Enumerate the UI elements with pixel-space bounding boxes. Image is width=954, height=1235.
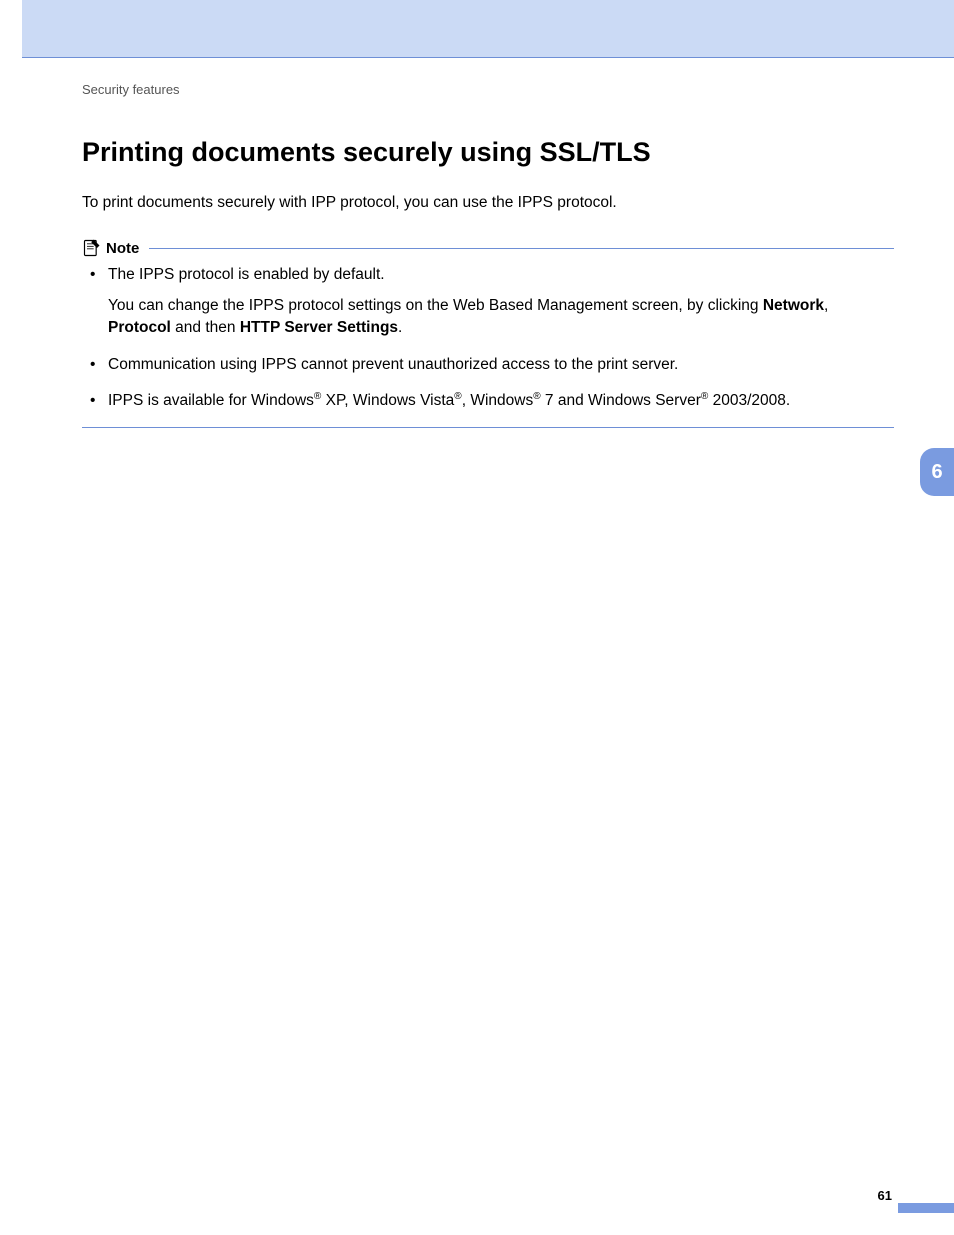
note-label: Note [106,240,139,257]
note-text: , Windows [462,393,534,410]
note-text: IPPS is available for Windows [108,393,314,410]
note-item-1-line2: You can change the IPPS protocol setting… [108,295,894,340]
note-item-1: The IPPS protocol is enabled by default.… [96,264,894,339]
note-text: 2003/2008. [708,393,790,410]
footer-accent-bar [898,1203,954,1213]
note-icon [82,238,102,258]
note-rule-bottom [82,427,894,428]
breadcrumb: Security features [82,82,894,97]
note-header: Note [82,238,894,258]
intro-paragraph: To print documents securely with IPP pro… [82,192,894,214]
note-item-1-line1: The IPPS protocol is enabled by default. [108,266,385,283]
page-number: 61 [878,1188,892,1203]
bold-network: Network [763,297,824,314]
note-text: and then [171,319,240,336]
bold-http-server-settings: HTTP Server Settings [240,319,398,336]
page-content: Security features Printing documents sec… [82,82,894,428]
note-item-3: IPPS is available for Windows ® XP, Windo… [96,390,894,413]
note-text: . [398,319,402,336]
page-footer: 61 [0,1187,954,1213]
note-text: , [824,297,828,314]
registered-mark: ® [533,391,540,402]
note-text: XP, Windows Vista [321,393,454,410]
header-band [22,0,954,58]
note-text: You can change the IPPS protocol setting… [108,297,763,314]
page-title: Printing documents securely using SSL/TL… [82,137,894,168]
chapter-tab: 6 [920,448,954,496]
note-list: The IPPS protocol is enabled by default.… [82,264,894,413]
registered-mark: ® [454,391,461,402]
note-text: 7 and Windows Server [541,393,701,410]
note-rule-top [149,248,894,249]
note-item-2: Communication using IPPS cannot prevent … [96,354,894,376]
bold-protocol: Protocol [108,319,171,336]
